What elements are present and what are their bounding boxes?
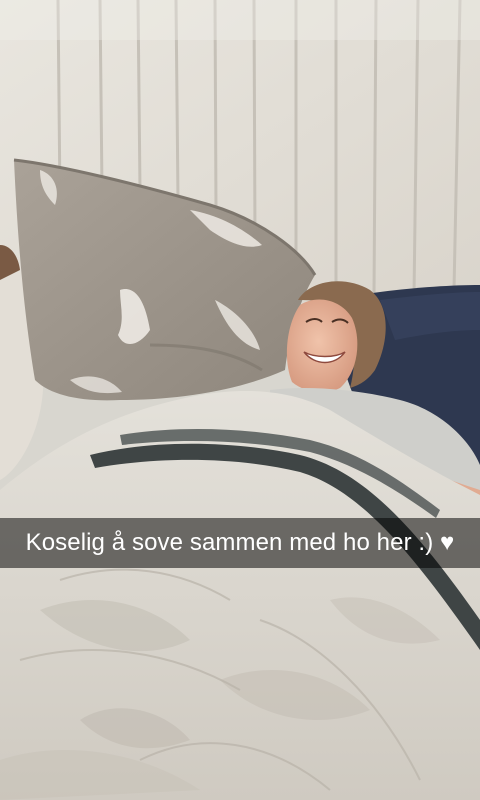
snap-caption-bar: Koselig å sove sammen med ho her :) ♥	[0, 518, 480, 568]
photo-scene	[0, 0, 480, 800]
snap-caption-text: Koselig å sove sammen med ho her :) ♥	[25, 529, 455, 556]
